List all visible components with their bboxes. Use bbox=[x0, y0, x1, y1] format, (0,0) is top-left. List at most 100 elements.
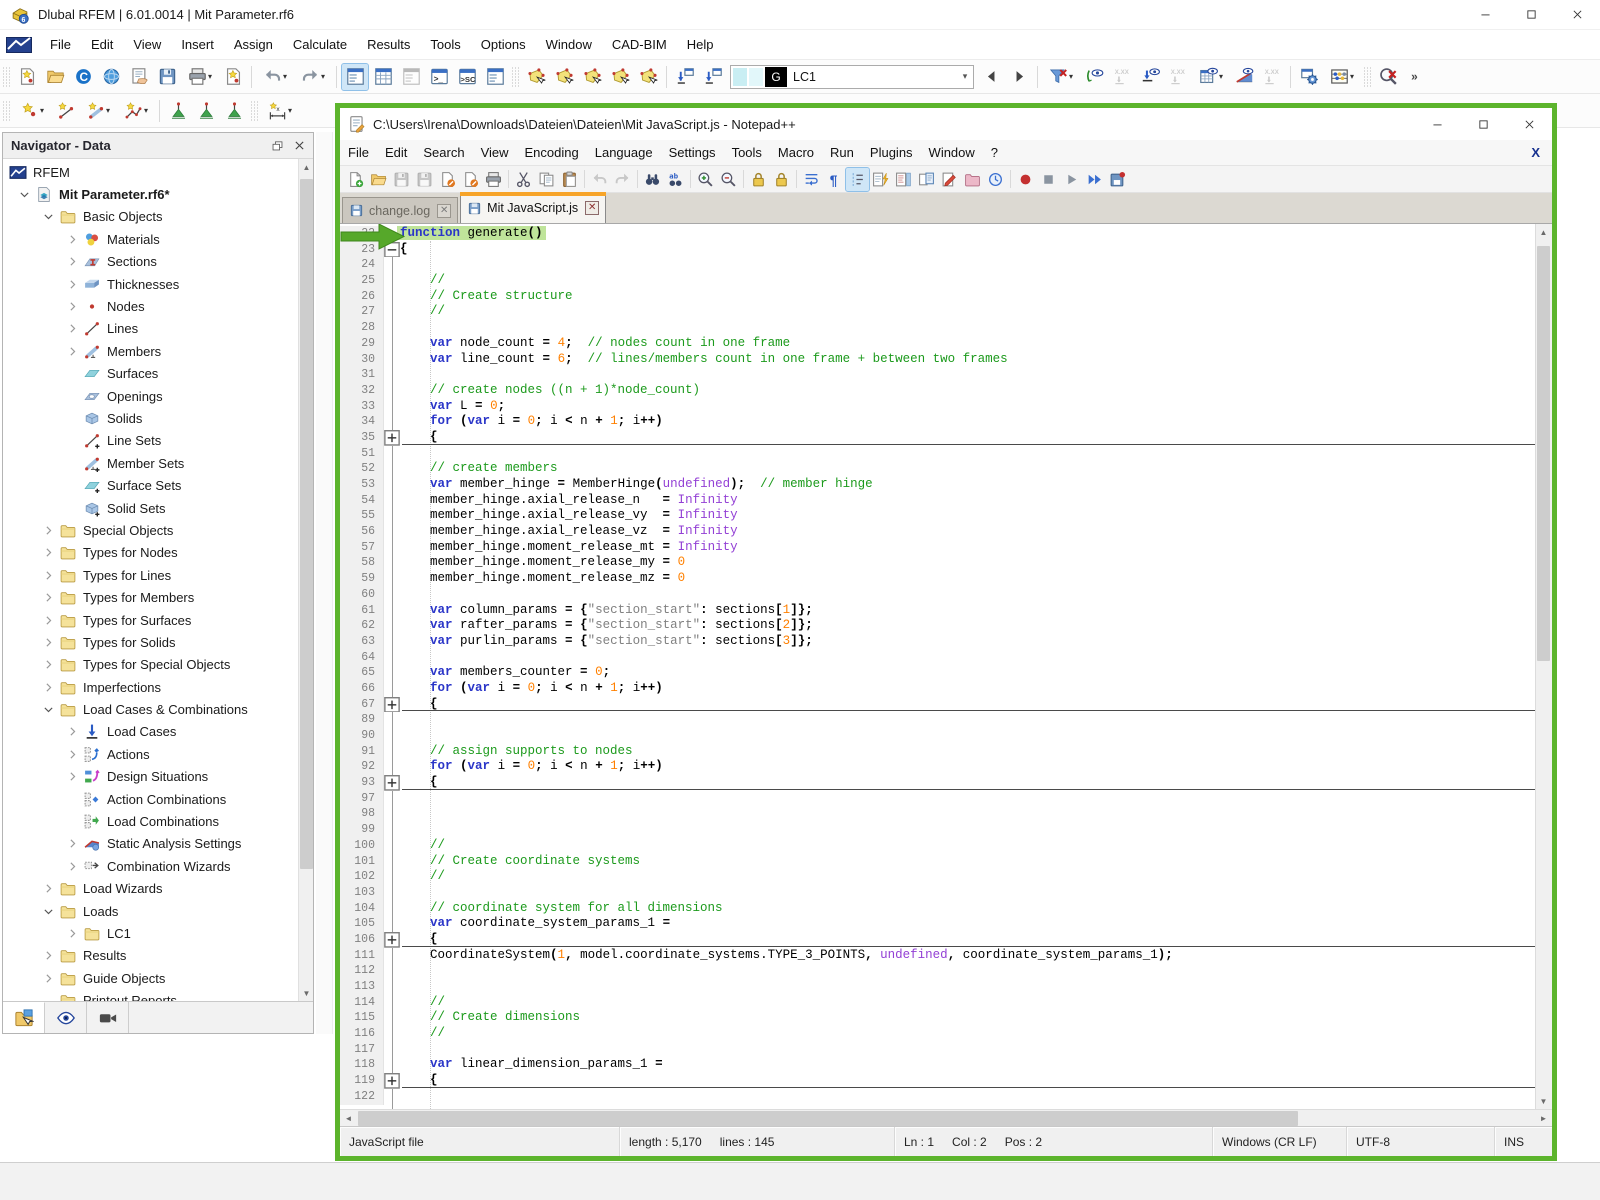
npp-menu-macro[interactable]: Macro bbox=[770, 140, 822, 166]
sync-horizontal-scroll-button[interactable] bbox=[770, 168, 793, 191]
code-text[interactable]: // create nodes ((n + 1)*node_count) bbox=[400, 383, 1535, 399]
tree-item-basic-objects[interactable]: Basic Objects bbox=[3, 206, 313, 228]
next-load-case-button[interactable] bbox=[1006, 64, 1032, 90]
chevron-right-icon[interactable] bbox=[37, 567, 59, 583]
tree-item-types-for-solids[interactable]: Types for Solids bbox=[3, 631, 313, 653]
replace-button[interactable]: ab bbox=[664, 168, 687, 191]
tree-item-combination-wizards[interactable]: Combination Wizards bbox=[3, 855, 313, 877]
code-text[interactable]: var column_params = {"section_start": se… bbox=[400, 603, 1535, 619]
rfem-menu-cad-bim[interactable]: CAD-BIM bbox=[602, 30, 677, 60]
code-text[interactable]: // assign supports to nodes bbox=[400, 744, 1535, 760]
scrollbar-thumb[interactable] bbox=[358, 1111, 1298, 1126]
chevron-right-icon[interactable] bbox=[61, 925, 83, 941]
tree-item-mit-parameter-rf6[interactable]: Mit Parameter.rf6* bbox=[3, 183, 313, 205]
npp-menu-settings[interactable]: Settings bbox=[661, 140, 724, 166]
toolbar-drag-handle[interactable] bbox=[512, 66, 519, 88]
npp-menu-help[interactable]: ? bbox=[983, 140, 1006, 166]
code-text[interactable] bbox=[400, 806, 1535, 822]
code-text[interactable]: var purlin_params = {"section_start": se… bbox=[400, 634, 1535, 650]
chevron-right-icon[interactable] bbox=[61, 746, 83, 762]
navigator-tab-views[interactable] bbox=[45, 1002, 87, 1033]
code-text[interactable]: { bbox=[400, 242, 1535, 258]
scroll-up-icon[interactable]: ▲ bbox=[1536, 224, 1551, 240]
new-line-button[interactable] bbox=[52, 98, 78, 124]
chevron-right-icon[interactable] bbox=[61, 276, 83, 292]
chevron-right-icon[interactable] bbox=[61, 299, 83, 315]
code-text[interactable]: // bbox=[400, 273, 1535, 289]
editor-horizontal-scrollbar[interactable]: ◄ ► bbox=[340, 1109, 1552, 1126]
shortcut-console-button[interactable]: >SC bbox=[454, 64, 480, 90]
code-text[interactable] bbox=[400, 257, 1535, 273]
new-model-button[interactable] bbox=[14, 64, 40, 90]
editor-vertical-scrollbar[interactable]: ▲ ▼ bbox=[1535, 224, 1552, 1109]
word-wrap-button[interactable] bbox=[800, 168, 823, 191]
model-data-button[interactable] bbox=[126, 64, 152, 90]
new-surface-support-button[interactable] bbox=[221, 98, 247, 124]
save-file-button[interactable] bbox=[390, 168, 413, 191]
scroll-left-icon[interactable]: ◄ bbox=[340, 1110, 357, 1127]
select-special-button[interactable] bbox=[635, 64, 661, 90]
save-macro-button[interactable] bbox=[1106, 168, 1129, 191]
new-dimension-button[interactable]: x▾ bbox=[262, 98, 298, 124]
code-text[interactable] bbox=[400, 822, 1535, 838]
code-text[interactable]: CoordinateSystem(1, model.coordinate_sys… bbox=[400, 948, 1535, 964]
dlubal-center-button[interactable]: C bbox=[70, 64, 96, 90]
code-text[interactable] bbox=[400, 1042, 1535, 1058]
code-text[interactable]: { bbox=[400, 1073, 1535, 1089]
chevron-right-icon[interactable] bbox=[37, 612, 59, 628]
redo-button[interactable]: ▾ bbox=[295, 64, 331, 90]
navigator-tab-visibility[interactable] bbox=[87, 1002, 129, 1033]
tree-item-types-for-surfaces[interactable]: Types for Surfaces bbox=[3, 609, 313, 631]
panel-toggle-button[interactable] bbox=[398, 64, 424, 90]
npp-menu-search[interactable]: Search bbox=[415, 140, 472, 166]
code-text[interactable]: member_hinge.moment_release_mt = Infinit… bbox=[400, 540, 1535, 556]
scroll-up-icon[interactable]: ▲ bbox=[299, 159, 313, 175]
code-text[interactable] bbox=[400, 712, 1535, 728]
status-insert-mode[interactable]: INS bbox=[1495, 1127, 1552, 1156]
code-text[interactable] bbox=[400, 963, 1535, 979]
code-text[interactable] bbox=[400, 885, 1535, 901]
code-text[interactable]: member_hinge.axial_release_n = Infinity bbox=[400, 493, 1535, 509]
code-text[interactable]: // Create dimensions bbox=[400, 1010, 1535, 1026]
toolbar-drag-handle[interactable] bbox=[3, 66, 10, 88]
rfem-menu-help[interactable]: Help bbox=[677, 30, 724, 60]
rfem-close-button[interactable] bbox=[1554, 0, 1600, 29]
code-text[interactable] bbox=[400, 728, 1535, 744]
tree-item-members[interactable]: Members bbox=[3, 340, 313, 362]
style-token-button[interactable] bbox=[938, 168, 961, 191]
document-switcher-button[interactable] bbox=[915, 168, 938, 191]
npp-menu-window[interactable]: Window bbox=[921, 140, 983, 166]
fold-expand-icon[interactable] bbox=[384, 1073, 400, 1089]
rfem-menu-insert[interactable]: Insert bbox=[171, 30, 224, 60]
tree-item-load-combinations[interactable]: Load Combinations bbox=[3, 810, 313, 832]
rfem-menu-edit[interactable]: Edit bbox=[81, 30, 123, 60]
tree-item-openings[interactable]: Openings bbox=[3, 385, 313, 407]
code-editor[interactable]: 22function generate()23{2425 //26 // Cre… bbox=[340, 224, 1552, 1109]
document-close-x[interactable]: X bbox=[1519, 145, 1552, 160]
tree-item-printout-reports[interactable]: Printout Reports bbox=[3, 989, 313, 1001]
tree-item-design-situations[interactable]: Design Situations bbox=[3, 766, 313, 788]
document-map-button[interactable] bbox=[892, 168, 915, 191]
insert-load-button[interactable] bbox=[700, 64, 726, 90]
tree-item-member-sets[interactable]: Member Sets bbox=[3, 452, 313, 474]
toolbar-drag-handle[interactable] bbox=[251, 100, 258, 122]
print-file-button[interactable] bbox=[482, 168, 505, 191]
tree-item-types-for-members[interactable]: Types for Members bbox=[3, 586, 313, 608]
code-text[interactable]: var coordinate_system_params_1 = bbox=[400, 916, 1535, 932]
document-tab-mit-javascript-js[interactable]: Mit JavaScript.js✕ bbox=[460, 192, 606, 223]
code-text[interactable] bbox=[400, 446, 1535, 462]
npp-menu-edit[interactable]: Edit bbox=[377, 140, 415, 166]
tree-item-actions[interactable]: Actions bbox=[3, 743, 313, 765]
select-lasso-button[interactable] bbox=[607, 64, 633, 90]
chevron-right-icon[interactable] bbox=[37, 590, 59, 606]
tree-item-results[interactable]: Results bbox=[3, 945, 313, 967]
code-text[interactable]: var line_count = 6; // lines/members cou… bbox=[400, 352, 1535, 368]
npp-menu-run[interactable]: Run bbox=[822, 140, 862, 166]
scroll-down-icon[interactable]: ▼ bbox=[1536, 1093, 1551, 1109]
fold-expand-icon[interactable] bbox=[384, 697, 400, 713]
paste-button[interactable] bbox=[558, 168, 581, 191]
new-generated-model-button[interactable] bbox=[220, 64, 246, 90]
rendering-button[interactable] bbox=[98, 64, 124, 90]
code-text[interactable]: member_hinge.moment_release_mz = 0 bbox=[400, 571, 1535, 587]
scrollbar-thumb[interactable] bbox=[1537, 246, 1550, 661]
